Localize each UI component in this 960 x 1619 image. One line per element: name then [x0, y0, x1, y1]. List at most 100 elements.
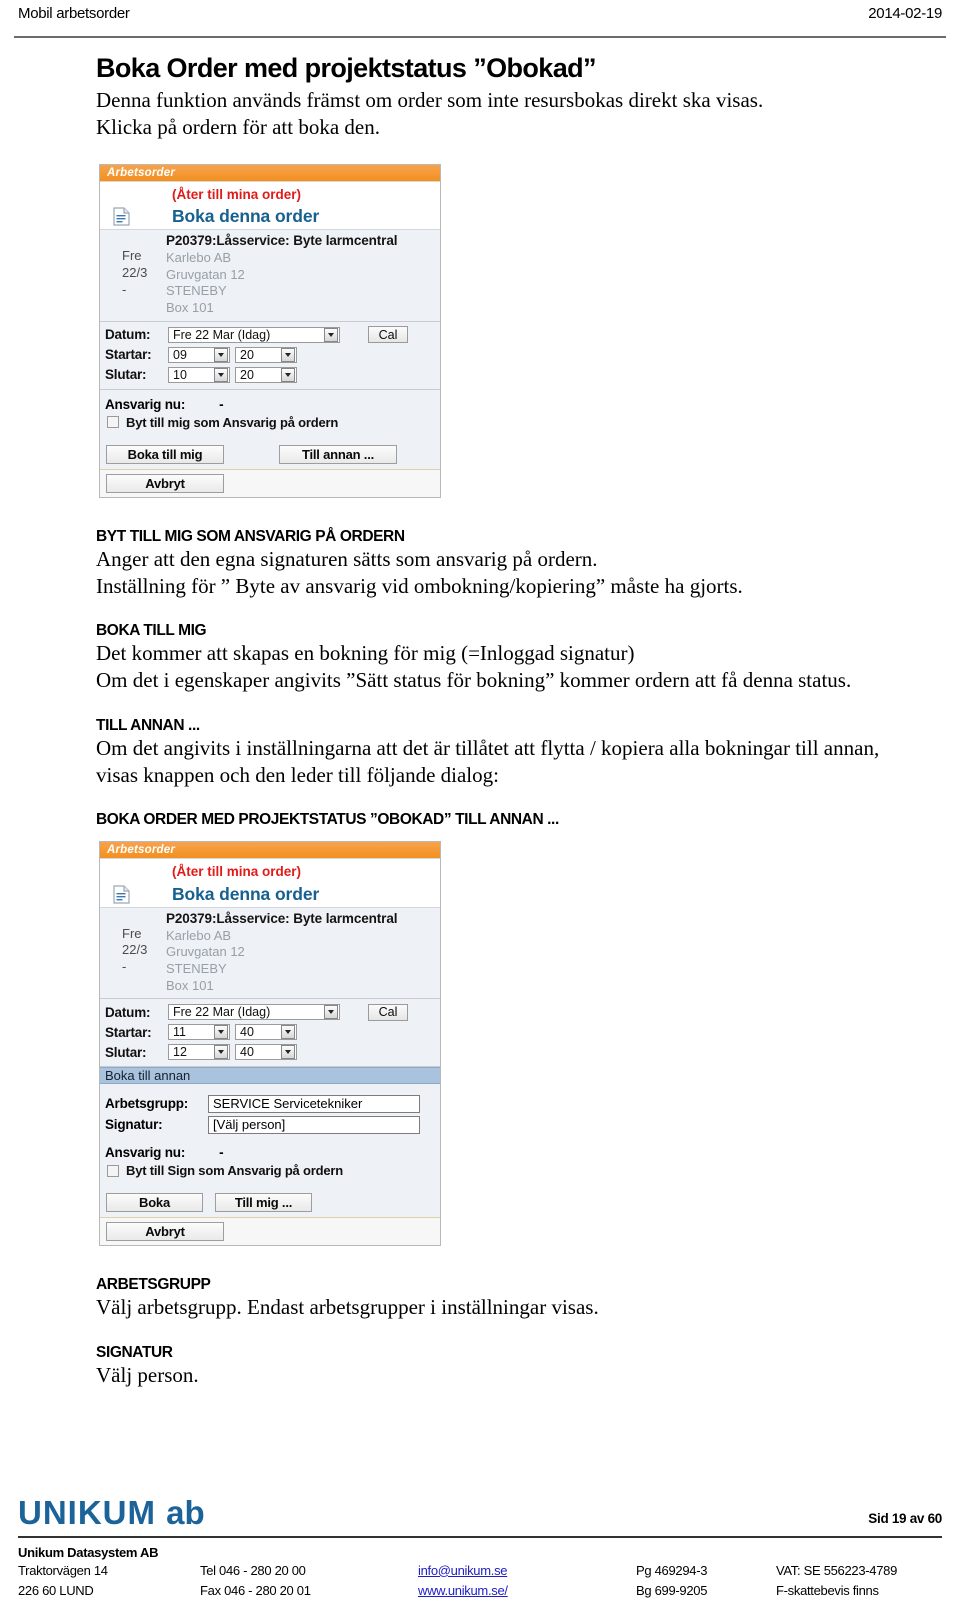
- calendar-button[interactable]: Cal: [368, 326, 408, 343]
- start-minute-select[interactable]: 20: [235, 346, 297, 363]
- order-weekday: Fre: [122, 925, 142, 941]
- till-annan-button[interactable]: Till annan ...: [279, 444, 397, 464]
- section-boka-line-1: Det kommer att skapas en bokning för mig…: [96, 641, 635, 666]
- avbryt-button[interactable]: Avbryt: [106, 473, 224, 493]
- order-info-column: P20379:Låsservice: Byte larmcentral Karl…: [166, 232, 440, 317]
- boka-denna-order-heading[interactable]: Boka denna order: [172, 206, 319, 227]
- page-header: Mobil arbetsorder 2014-02-19: [0, 0, 960, 36]
- boka-denna-order-heading[interactable]: Boka denna order: [172, 884, 319, 905]
- app-titlebar-label: Arbetsorder: [107, 166, 176, 179]
- chevron-down-icon[interactable]: [214, 1025, 228, 1040]
- order-city: STENEBY: [166, 283, 227, 299]
- footer-web-link[interactable]: www.unikum.se/: [418, 1581, 636, 1601]
- start-minute-value: 20: [240, 347, 254, 362]
- header-date: 2014-02-19: [868, 5, 942, 22]
- checkbox-icon[interactable]: [107, 1164, 119, 1177]
- footer-address-line-2: 226 60 LUND: [18, 1582, 94, 1598]
- order-title: P20379:Låsservice: Byte larmcentral: [166, 232, 398, 248]
- change-responsible-checkbox-row[interactable]: Byt till Sign som Ansvarig på ordern: [100, 1163, 440, 1178]
- footer-web-anchor[interactable]: www.unikum.se/: [418, 1583, 508, 1598]
- footer-phone: Tel 046 - 280 20 00: [200, 1562, 306, 1578]
- till-mig-button[interactable]: Till mig ...: [215, 1193, 312, 1213]
- screenshot-boka-till-annan: Arbetsorder (Åter till mina order) Boka …: [99, 841, 441, 1247]
- boka-till-mig-button[interactable]: Boka till mig: [106, 444, 224, 464]
- footer-pg: Pg 469294-3: [636, 1562, 708, 1578]
- chevron-down-icon[interactable]: [214, 1045, 228, 1060]
- chevron-down-icon[interactable]: [324, 1005, 338, 1020]
- calendar-button[interactable]: Cal: [368, 1003, 408, 1021]
- order-info-column: P20379:Låsservice: Byte larmcentral Karl…: [166, 910, 440, 995]
- responsible-section: Ansvarig nu: - Byt till Sign som Ansvari…: [100, 1138, 440, 1185]
- checkbox-icon[interactable]: [107, 416, 119, 428]
- avbryt-button[interactable]: Avbryt: [106, 1222, 224, 1242]
- change-responsible-checkbox-row[interactable]: Byt till mig som Ansvarig på ordern: [100, 415, 440, 430]
- footer-fax: Fax 046 - 280 20 01: [200, 1582, 311, 1598]
- chevron-down-icon[interactable]: [214, 367, 228, 382]
- order-title: P20379:Låsservice: Byte larmcentral: [166, 910, 398, 926]
- signature-label: Signatur:: [105, 1117, 163, 1133]
- date-select[interactable]: Fre 22 Mar (Idag): [168, 1004, 340, 1021]
- chevron-down-icon[interactable]: [281, 367, 295, 382]
- responsible-label: Ansvarig nu:: [105, 1145, 186, 1161]
- order-box: Box 101: [166, 977, 214, 993]
- order-customer: Karlebo AB: [166, 927, 232, 943]
- order-date-dash: -: [122, 959, 127, 975]
- end-minute-value: 40: [240, 1045, 254, 1060]
- order-weekday: Fre: [122, 247, 142, 263]
- footer-company-name: Unikum Datasystem AB: [18, 1544, 159, 1560]
- booking-form: Datum: Fre 22 Mar (Idag) Cal Startar: 11…: [100, 999, 440, 1068]
- chevron-down-icon[interactable]: [214, 347, 228, 362]
- start-label: Startar:: [105, 347, 152, 362]
- intro-line-1: Denna funktion används främst om order s…: [96, 87, 764, 112]
- footer-address-line-1: Traktorvägen 14: [18, 1562, 108, 1578]
- footer-bg: Bg 699-9205: [636, 1582, 708, 1598]
- cancel-button-row: Avbryt: [100, 1218, 440, 1246]
- responsible-section: Ansvarig nu: - Byt till mig som Ansvarig…: [100, 389, 440, 436]
- end-minute-select[interactable]: 40: [235, 1044, 297, 1061]
- end-minute-select[interactable]: 20: [235, 366, 297, 383]
- footer-email-anchor[interactable]: info@unikum.se: [418, 1563, 508, 1578]
- responsible-value: -: [219, 396, 224, 412]
- chevron-down-icon[interactable]: [324, 327, 338, 342]
- section-heading-byt-till-mig: BYT TILL MIG SOM ANSVARIG PÅ ORDERN: [96, 527, 405, 545]
- section-heading-signatur: SIGNATUR: [96, 1343, 173, 1361]
- responsible-label: Ansvarig nu:: [105, 396, 186, 412]
- date-select[interactable]: Fre 22 Mar (Idag): [168, 326, 340, 343]
- footer-email-link[interactable]: info@unikum.se: [418, 1561, 636, 1581]
- order-summary: Fre 22/3 - P20379:Låsservice: Byte larmc…: [100, 906, 440, 1000]
- workgroup-row: Arbetsgrupp: SERVICE Servicetekniker: [100, 1093, 440, 1114]
- chevron-down-icon[interactable]: [281, 347, 295, 362]
- brand-suffix: ab: [166, 1493, 205, 1531]
- date-field-row: Datum: Fre 22 Mar (Idag) Cal: [100, 325, 440, 345]
- footer-brand-row: UNIKUM ab Sid 19 av 60: [18, 1494, 942, 1536]
- order-box: Box 101: [166, 299, 214, 315]
- section-boka-line-2: Om det i egenskaper angivits ”Sätt statu…: [96, 668, 852, 693]
- footer-vat: VAT: SE 556223-4789: [776, 1562, 898, 1578]
- order-customer: Karlebo AB: [166, 250, 232, 265]
- chevron-down-icon[interactable]: [281, 1025, 295, 1040]
- start-minute-select[interactable]: 40: [235, 1024, 297, 1041]
- section-annan-line-1: Om det angivits i inställningarna att de…: [96, 735, 880, 760]
- app-heading-row: Boka denna order: [100, 884, 440, 905]
- signature-select[interactable]: [Välj person]: [208, 1115, 420, 1134]
- screenshot-boka-order: Arbetsorder (Åter till mina order) Boka …: [99, 163, 441, 498]
- order-date: 22/3: [122, 264, 148, 280]
- order-street: Gruvgatan 12: [166, 944, 245, 960]
- change-responsible-label: Byt till Sign som Ansvarig på ordern: [126, 1163, 343, 1179]
- boka-button[interactable]: Boka: [106, 1193, 203, 1213]
- workgroup-select[interactable]: SERVICE Servicetekniker: [208, 1094, 420, 1113]
- start-hour-select[interactable]: 11: [168, 1024, 230, 1041]
- app-titlebar: Arbetsorder: [100, 164, 440, 182]
- app-header-area: (Åter till mina order) Boka denna order: [100, 181, 440, 229]
- chevron-down-icon[interactable]: [281, 1045, 295, 1060]
- section-heading-arbetsgrupp: ARBETSGRUPP: [96, 1276, 211, 1294]
- back-to-my-orders-link[interactable]: (Åter till mina order): [172, 185, 440, 205]
- end-hour-select[interactable]: 10: [168, 366, 230, 383]
- company-logo: UNIKUM ab: [18, 1494, 205, 1532]
- date-label: Datum:: [105, 1004, 151, 1020]
- end-hour-select[interactable]: 12: [168, 1044, 230, 1061]
- document-icon: [106, 884, 136, 904]
- back-to-my-orders-link[interactable]: (Åter till mina order): [172, 862, 440, 882]
- start-hour-select[interactable]: 09: [168, 346, 230, 363]
- signature-row: Signatur: [Välj person]: [100, 1114, 440, 1135]
